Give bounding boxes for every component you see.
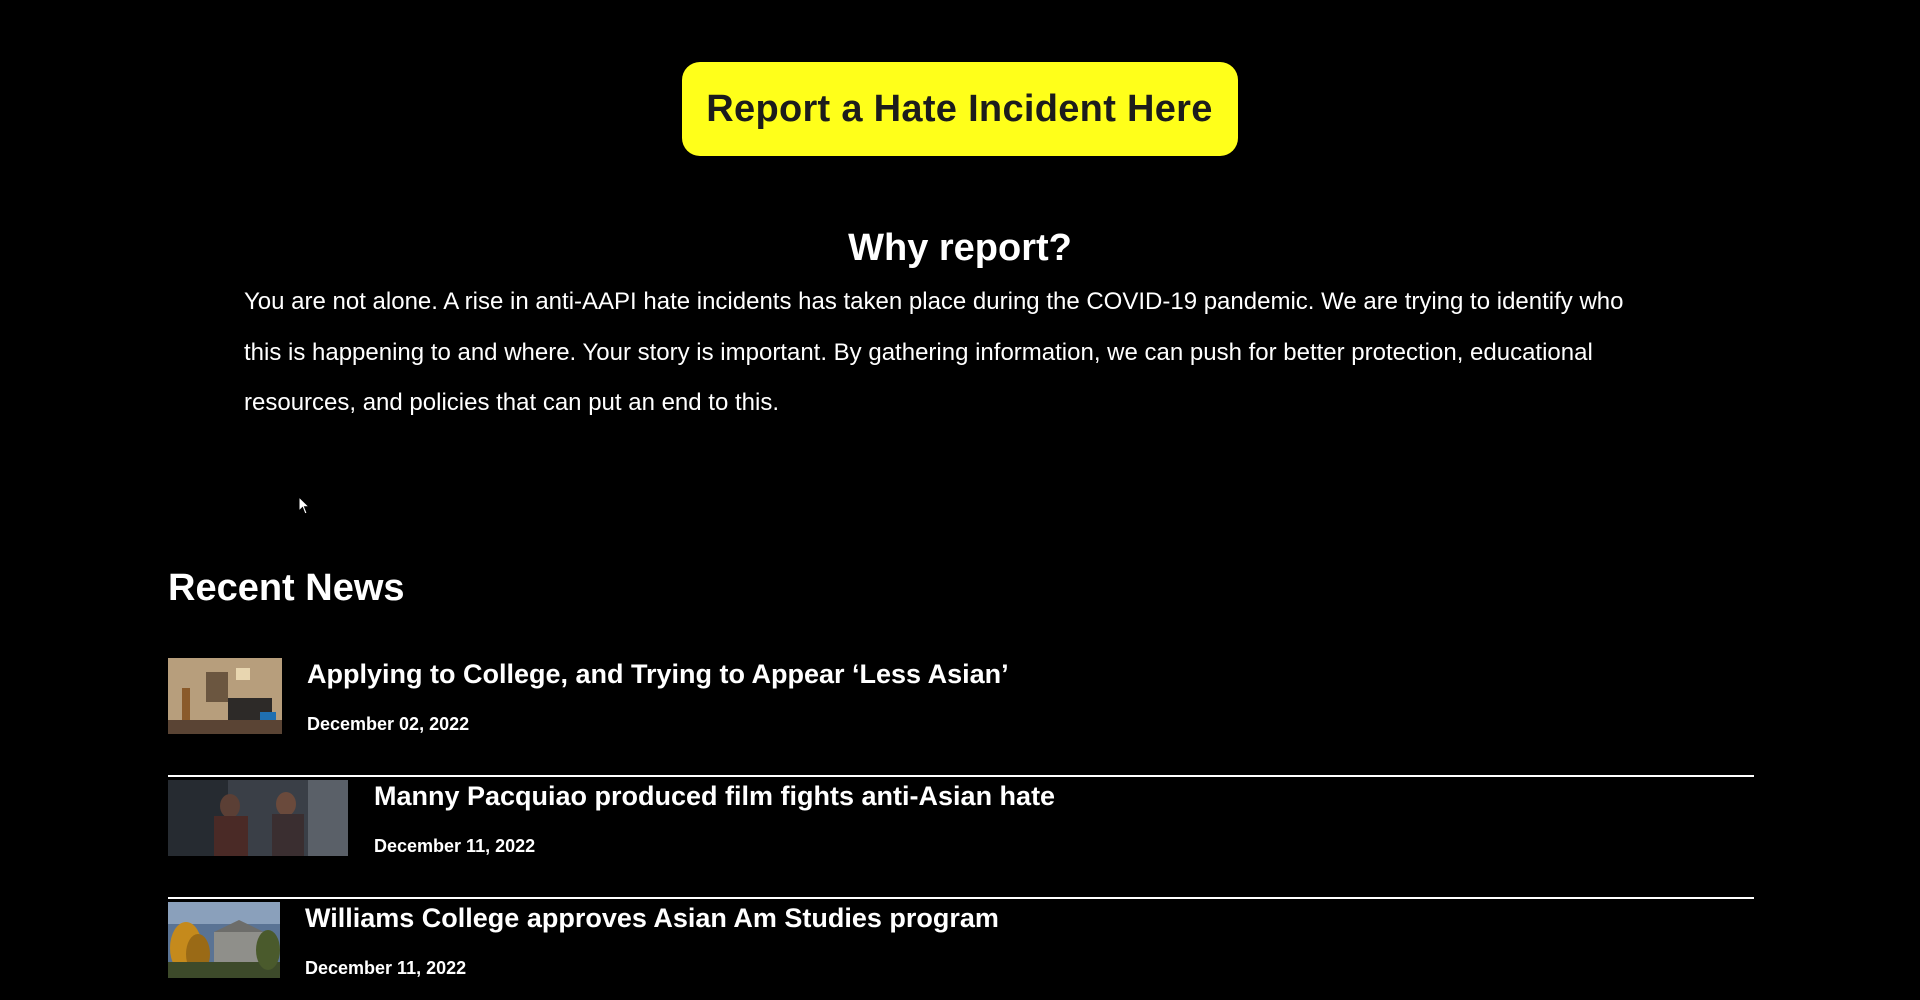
report-hate-incident-button[interactable]: Report a Hate Incident Here <box>681 62 1238 156</box>
recent-news-heading: Recent News <box>168 567 405 609</box>
news-text: Manny Pacquiao produced film fights anti… <box>374 777 1055 857</box>
why-report-paragraph: You are not alone. A rise in anti-AAPI h… <box>244 288 1624 416</box>
news-item[interactable]: Williams College approves Asian Am Studi… <box>168 899 1754 1000</box>
mouse-cursor-icon <box>298 496 310 515</box>
news-item[interactable]: Applying to College, and Trying to Appea… <box>168 655 1754 777</box>
news-headline-link[interactable]: Applying to College, and Trying to Appea… <box>307 655 1009 693</box>
news-date: December 11, 2022 <box>374 836 536 856</box>
news-item[interactable]: Manny Pacquiao produced film fights anti… <box>168 777 1754 899</box>
news-text: Applying to College, and Trying to Appea… <box>307 655 1009 735</box>
why-report-heading: Why report? <box>848 227 1072 269</box>
news-text: Williams College approves Asian Am Studi… <box>305 899 999 979</box>
dorm-room-photo-icon[interactable] <box>168 658 282 734</box>
news-headline-link[interactable]: Manny Pacquiao produced film fights anti… <box>374 777 1055 815</box>
film-still-photo-icon[interactable] <box>168 780 348 856</box>
news-headline-link[interactable]: Williams College approves Asian Am Studi… <box>305 899 999 937</box>
news-list: Applying to College, and Trying to Appea… <box>168 655 1754 1000</box>
campus-photo-icon[interactable] <box>168 902 280 978</box>
news-date: December 02, 2022 <box>307 714 470 734</box>
page: Report a Hate Incident Here Why report? … <box>0 0 1920 1000</box>
news-date: December 11, 2022 <box>305 958 467 978</box>
report-section: Report a Hate Incident Here <box>0 62 1920 156</box>
